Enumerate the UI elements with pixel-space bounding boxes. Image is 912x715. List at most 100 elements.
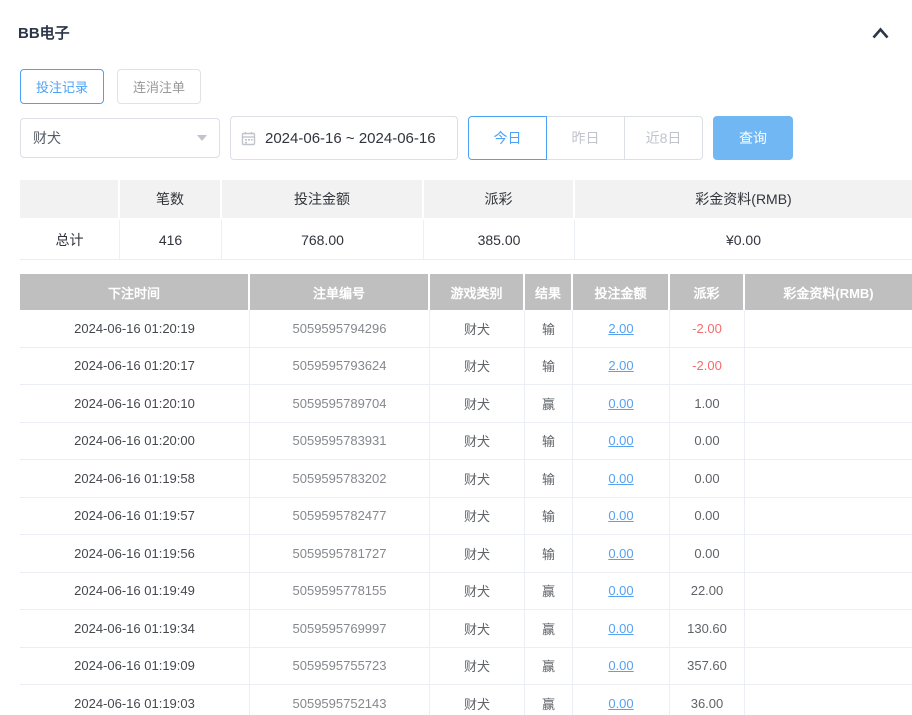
table-row: 2024-06-16 01:19:345059595769997财犬赢0.001… [20,610,912,648]
bet-amount-link[interactable]: 0.00 [608,696,633,711]
table-row: 2024-06-16 01:19:575059595782477财犬输0.000… [20,498,912,536]
bet-amount-link[interactable]: 0.00 [608,658,633,673]
summary-payout-value: 385.00 [424,220,575,259]
bet-amount-link[interactable]: 0.00 [608,621,633,636]
summary-header-cell: 投注金额 [222,180,424,218]
payout-cell: 0.00 [670,498,745,535]
tab-cancelled-orders[interactable]: 连消注单 [117,69,201,104]
result-cell: 赢 [525,648,573,685]
game-type-cell: 财犬 [430,648,525,685]
quick-yesterday-button[interactable]: 昨日 [546,116,625,160]
bet-time-cell: 2024-06-16 01:20:17 [20,348,250,385]
result-cell: 赢 [525,685,573,715]
order-id-cell: 5059595782477 [250,498,430,535]
bet-amount-link[interactable]: 0.00 [608,471,633,486]
bet-amount-link[interactable]: 2.00 [608,358,633,373]
page-title: BB电子 [18,22,70,43]
summary-header-cell [20,180,120,218]
bet-amount-link[interactable]: 2.00 [608,321,633,336]
result-cell: 赢 [525,610,573,647]
payout-cell: -2.00 [670,310,745,347]
date-range-input[interactable]: 2024-06-16 ~ 2024-06-16 [230,116,458,160]
bet-time-cell: 2024-06-16 01:19:09 [20,648,250,685]
bet-time-cell: 2024-06-16 01:19:56 [20,535,250,572]
payout-cell: 1.00 [670,385,745,422]
game-type-cell: 财犬 [430,498,525,535]
query-button[interactable]: 查询 [713,116,793,160]
bonus-cell [745,648,912,685]
bet-amount-link[interactable]: 0.00 [608,396,633,411]
bet-records-panel: BB电子 投注记录 连消注单 财犬 2024-0 [0,0,912,715]
header-cell-bet-amount: 投注金额 [573,274,670,310]
summary-count-value: 416 [120,220,222,259]
quick-last8days-button[interactable]: 近8日 [624,116,703,160]
bonus-cell [745,573,912,610]
game-type-cell: 财犬 [430,535,525,572]
bonus-cell [745,385,912,422]
summary-header-cell: 笔数 [120,180,222,218]
bonus-cell [745,610,912,647]
table-row: 2024-06-16 01:19:095059595755723财犬赢0.003… [20,648,912,686]
result-cell: 赢 [525,385,573,422]
result-cell: 赢 [525,573,573,610]
bet-amount-cell: 0.00 [573,573,670,610]
payout-cell: -2.00 [670,348,745,385]
summary-total-row: 总计 416 768.00 385.00 ¥0.00 [20,220,912,260]
summary-total-label: 总计 [20,220,120,259]
table-row: 2024-06-16 01:19:565059595781727财犬输0.000… [20,535,912,573]
payout-cell: 0.00 [670,423,745,460]
game-select-value: 财犬 [33,128,61,148]
detail-header-row: 下注时间注单编号游戏类别结果投注金额派彩彩金资料(RMB) [20,274,912,310]
record-type-tabs: 投注记录 连消注单 [20,69,912,104]
result-cell: 输 [525,460,573,497]
bet-amount-link[interactable]: 0.00 [608,546,633,561]
bet-amount-link[interactable]: 0.00 [608,583,633,598]
bet-amount-link[interactable]: 0.00 [608,433,633,448]
bet-detail-table: 下注时间注单编号游戏类别结果投注金额派彩彩金资料(RMB) 2024-06-16… [20,274,912,715]
bonus-cell [745,348,912,385]
bet-amount-cell: 2.00 [573,348,670,385]
result-cell: 输 [525,423,573,460]
bet-amount-cell: 2.00 [573,310,670,347]
bet-amount-cell: 0.00 [573,610,670,647]
quick-today-button[interactable]: 今日 [468,116,547,160]
game-type-cell: 财犬 [430,423,525,460]
payout-cell: 0.00 [670,535,745,572]
game-select[interactable]: 财犬 [20,118,220,158]
bet-time-cell: 2024-06-16 01:19:34 [20,610,250,647]
bet-amount-link[interactable]: 0.00 [608,508,633,523]
collapse-panel-button[interactable] [867,26,894,40]
table-row: 2024-06-16 01:20:195059595794296财犬输2.00-… [20,310,912,348]
chevron-down-icon [197,135,207,141]
bonus-cell [745,685,912,715]
bet-time-cell: 2024-06-16 01:19:49 [20,573,250,610]
result-cell: 输 [525,310,573,347]
table-row: 2024-06-16 01:19:585059595783202财犬输0.000… [20,460,912,498]
bonus-cell [745,460,912,497]
game-type-cell: 财犬 [430,460,525,497]
summary-bonus-value: ¥0.00 [575,220,912,259]
header-cell-bet-time: 下注时间 [20,274,250,310]
chevron-up-icon [871,26,890,40]
date-range-value: 2024-06-16 ~ 2024-06-16 [265,130,436,147]
order-id-cell: 5059595783931 [250,423,430,460]
order-id-cell: 5059595789704 [250,385,430,422]
tab-bet-records[interactable]: 投注记录 [20,69,104,104]
detail-table-body: 2024-06-16 01:20:195059595794296财犬输2.00-… [20,310,912,715]
bet-time-cell: 2024-06-16 01:20:10 [20,385,250,422]
header-cell-order-id: 注单编号 [250,274,430,310]
header-cell-payout: 派彩 [670,274,745,310]
header-cell-game-type: 游戏类别 [430,274,525,310]
summary-bet-amount-value: 768.00 [222,220,424,259]
order-id-cell: 5059595752143 [250,685,430,715]
table-row: 2024-06-16 01:20:175059595793624财犬输2.00-… [20,348,912,386]
calendar-icon [241,131,256,146]
order-id-cell: 5059595755723 [250,648,430,685]
payout-cell: 22.00 [670,573,745,610]
bet-time-cell: 2024-06-16 01:19:58 [20,460,250,497]
bet-time-cell: 2024-06-16 01:20:00 [20,423,250,460]
bonus-cell [745,498,912,535]
order-id-cell: 5059595783202 [250,460,430,497]
order-id-cell: 5059595794296 [250,310,430,347]
bet-time-cell: 2024-06-16 01:20:19 [20,310,250,347]
